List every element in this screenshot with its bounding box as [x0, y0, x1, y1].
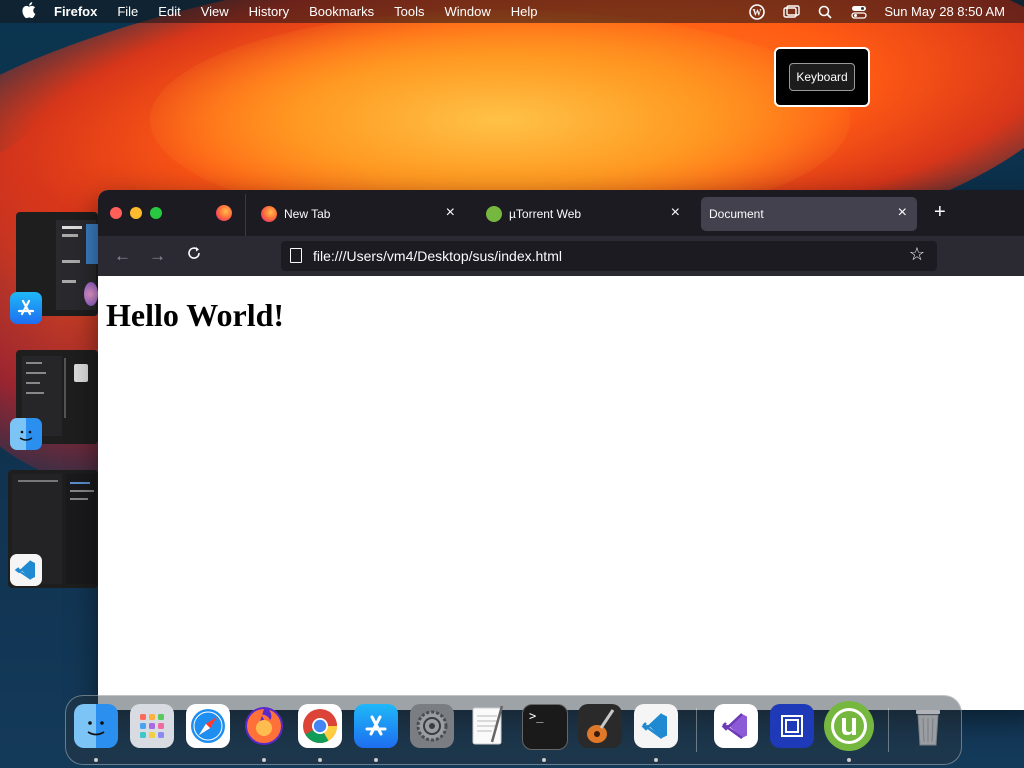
stage-finder-icon[interactable] — [10, 418, 42, 450]
control-center-icon[interactable] — [850, 4, 868, 20]
running-indicator — [318, 758, 322, 762]
page-heading: Hello World! — [106, 297, 285, 333]
menubar-clock[interactable]: Sun May 28 8:50 AM — [884, 4, 1005, 19]
running-indicator — [542, 758, 546, 762]
finder-icon[interactable] — [74, 704, 118, 748]
page-content: Hello World! — [98, 276, 1024, 710]
firefox-tab-icon — [261, 206, 277, 222]
dock-separator — [696, 708, 697, 752]
trash-icon[interactable] — [906, 704, 950, 748]
keyboard-overlay: Keyboard — [774, 47, 870, 107]
running-indicator — [374, 758, 378, 762]
close-tab-icon[interactable]: × — [446, 204, 455, 222]
terminal-icon[interactable]: >_ — [522, 704, 568, 750]
stage-app-store-icon[interactable] — [10, 292, 42, 324]
utorrent-icon[interactable] — [824, 701, 874, 751]
running-indicator — [654, 758, 658, 762]
utorrent-tab-icon — [486, 206, 502, 222]
new-tab-button[interactable]: + — [934, 201, 946, 224]
textedit-icon[interactable] — [466, 704, 510, 748]
address-bar[interactable]: file:///Users/vm4/Desktop/sus/index.html… — [281, 241, 937, 271]
visual-studio-icon[interactable] — [714, 704, 758, 748]
stage-vscode-icon[interactable] — [10, 554, 42, 586]
menu-history[interactable]: History — [249, 4, 289, 19]
dock-separator — [888, 708, 889, 752]
screen-mirroring-icon[interactable] — [782, 4, 800, 20]
tab-label: µTorrent Web — [509, 207, 582, 221]
menu-view[interactable]: View — [201, 4, 229, 19]
menu-bar: Firefox File Edit View History Bookmarks… — [0, 0, 1024, 23]
maximize-window-button[interactable] — [150, 207, 162, 219]
chrome-icon[interactable] — [298, 704, 342, 748]
tab-bar: New Tab × µTorrent Web × Document × + — [98, 190, 1024, 236]
running-indicator — [94, 758, 98, 762]
close-tab-icon[interactable]: × — [898, 204, 907, 222]
bookmark-star-icon[interactable]: ☆ — [909, 244, 925, 265]
back-arrow-icon[interactable]: ← — [114, 246, 131, 266]
url-text[interactable]: file:///Users/vm4/Desktop/sus/index.html — [313, 248, 562, 264]
apple-menu-icon[interactable] — [20, 2, 38, 21]
minimize-window-button[interactable] — [130, 207, 142, 219]
garageband-icon[interactable] — [578, 704, 622, 748]
running-indicator — [262, 758, 266, 762]
app-store-icon[interactable] — [354, 704, 398, 748]
running-indicator — [847, 758, 851, 762]
tab-new-tab[interactable]: New Tab × — [249, 197, 465, 231]
tab-label: Document — [709, 207, 764, 221]
menu-file[interactable]: File — [117, 4, 138, 19]
vscode-icon[interactable] — [634, 704, 678, 748]
firefox-view-icon[interactable] — [216, 205, 232, 221]
firefox-window: New Tab × µTorrent Web × Document × + ← … — [98, 190, 1024, 710]
navigation-toolbar: ← → file:///Users/vm4/Desktop/sus/index.… — [98, 236, 1024, 276]
app-name-menu[interactable]: Firefox — [54, 4, 97, 19]
tab-document[interactable]: Document × — [701, 197, 917, 231]
close-window-button[interactable] — [110, 207, 122, 219]
reload-icon[interactable] — [186, 245, 202, 266]
svg-text:W: W — [753, 7, 762, 17]
menu-help[interactable]: Help — [511, 4, 538, 19]
safari-icon[interactable] — [186, 704, 230, 748]
dock: >_ — [65, 695, 962, 765]
preview-icon[interactable] — [770, 704, 814, 748]
menu-tools[interactable]: Tools — [394, 4, 424, 19]
tab-label: New Tab — [284, 207, 331, 221]
menu-window[interactable]: Window — [445, 4, 491, 19]
firefox-icon[interactable] — [242, 704, 286, 748]
system-settings-icon[interactable] — [410, 704, 454, 748]
menu-edit[interactable]: Edit — [158, 4, 180, 19]
spotlight-search-icon[interactable] — [816, 4, 834, 20]
forward-arrow-icon[interactable]: → — [149, 246, 166, 266]
wordpress-status-icon[interactable]: W — [748, 3, 766, 20]
keyboard-button[interactable]: Keyboard — [789, 63, 855, 91]
launchpad-icon[interactable] — [130, 704, 174, 748]
close-tab-icon[interactable]: × — [671, 204, 680, 222]
menu-bookmarks[interactable]: Bookmarks — [309, 4, 374, 19]
page-icon — [290, 248, 302, 263]
tab-utorrent-web[interactable]: µTorrent Web × — [474, 197, 690, 231]
tab-separator — [245, 194, 246, 236]
